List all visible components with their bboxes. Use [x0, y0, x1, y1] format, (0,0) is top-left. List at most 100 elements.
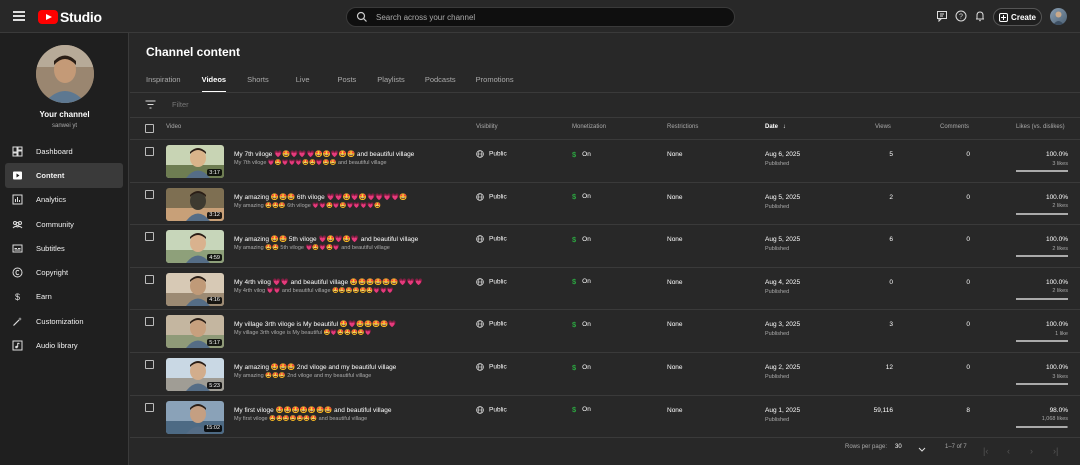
sidebar-item-dashboard[interactable]: Dashboard [5, 139, 123, 163]
visibility-cell[interactable]: Public [476, 150, 507, 158]
views-value: 3 [889, 321, 893, 329]
tab-shorts[interactable]: Shorts [247, 69, 269, 93]
sidebar-item-label: Community [36, 219, 74, 229]
video-thumbnail[interactable]: 15:02 [166, 400, 224, 434]
earn-icon: $ [15, 292, 20, 302]
next-page-icon[interactable]: › [1030, 446, 1033, 456]
video-title[interactable]: My amazing 🤩🤩🤩 6th viloge 💗💗🤩💗🤩💗💗💗💗🤩 [234, 193, 408, 201]
visibility-cell[interactable]: Public [476, 320, 507, 329]
monetization-cell[interactable]: $ On [572, 320, 591, 329]
video-duration: 15:02 [204, 424, 222, 432]
create-button[interactable]: Create [993, 8, 1042, 26]
video-title[interactable]: My village 3rth viloge is My beautiful 🤩… [234, 320, 397, 328]
previous-page-icon[interactable]: ‹ [1007, 446, 1010, 456]
rows-per-page-select[interactable]: 30 [895, 444, 902, 450]
table-row[interactable]: 4:16 My 4rth vilog 💗💗 and beautiful vill… [130, 268, 1080, 311]
filter-input[interactable] [172, 98, 472, 111]
video-description: My amazing 🤩🤩🤩 2nd viloge and my beautif… [234, 373, 372, 379]
visibility-cell[interactable]: Public [476, 277, 507, 286]
row-checkbox[interactable] [145, 274, 154, 284]
visibility-cell[interactable]: Public [476, 235, 507, 243]
visibility-cell[interactable]: Public [476, 192, 507, 201]
row-checkbox[interactable] [145, 232, 154, 242]
first-page-icon[interactable]: |‹ [983, 446, 988, 456]
monetization-cell[interactable]: $ On [572, 277, 591, 286]
table-row[interactable]: 4:59 My amazing 🤩🤩 5th viloge 💗🤩💗🤩💗 and … [130, 225, 1080, 268]
community-icon [12, 220, 23, 228]
search-input[interactable] [376, 12, 716, 22]
column-views[interactable]: Views [875, 124, 891, 130]
column-likes[interactable]: Likes (vs. dislikes) [1016, 124, 1065, 130]
select-all-checkbox[interactable] [145, 124, 154, 133]
table-row[interactable]: 15:02 My first viloge 🤩🤩🤩🤩🤩🤩🤩 and beauti… [130, 396, 1080, 439]
sidebar-item-customization[interactable]: Customization [5, 309, 123, 333]
table-row[interactable]: 3:12 My amazing 🤩🤩🤩 6th viloge 💗💗🤩💗🤩💗💗💗💗… [130, 183, 1080, 226]
column-date[interactable]: Date ↓ [765, 124, 786, 130]
row-checkbox[interactable] [145, 360, 154, 369]
likes-ratio-fill [1016, 383, 1068, 385]
video-title[interactable]: My 4rth vilog 💗💗 and beautiful village 🤩… [234, 278, 423, 286]
studio-logo[interactable]: Studio [38, 9, 102, 25]
video-title[interactable]: My amazing 🤩🤩🤩 2nd viloge and my beautif… [234, 363, 396, 371]
sidebar-item-community[interactable]: Community [5, 212, 123, 236]
sidebar-item-subtitles[interactable]: Subtitles [5, 236, 123, 260]
video-thumbnail[interactable]: 3:17 [166, 145, 224, 178]
video-duration: 4:16 [207, 296, 222, 304]
video-thumbnail[interactable]: 3:12 [166, 187, 224, 221]
tab-playlists[interactable]: Playlists [377, 69, 405, 93]
menu-icon[interactable] [13, 11, 25, 21]
video-thumbnail[interactable]: 5:17 [166, 315, 224, 349]
row-checkbox[interactable] [145, 402, 154, 412]
monetization-cell[interactable]: $ On [572, 363, 591, 372]
likes-percent: 100.0% [1045, 321, 1068, 329]
tab-podcasts[interactable]: Podcasts [425, 69, 456, 93]
filter-icon[interactable] [145, 100, 156, 109]
row-checkbox[interactable] [145, 189, 154, 199]
notifications-icon[interactable] [974, 10, 986, 22]
table-row[interactable]: 5:23 My amazing 🤩🤩🤩 2nd viloge and my be… [130, 353, 1080, 396]
video-thumbnail[interactable]: 4:16 [166, 272, 224, 306]
likes-count: 3 likes [1052, 160, 1068, 167]
visibility-cell[interactable]: Public [476, 363, 507, 371]
column-visibility[interactable]: Visibility [476, 124, 498, 130]
video-title[interactable]: My first viloge 🤩🤩🤩🤩🤩🤩🤩 and beautiful vi… [234, 406, 391, 414]
monetization-cell[interactable]: $ On [572, 192, 591, 201]
video-title[interactable]: My 7th viloge 💗🤩💗💗💗🤩🤩💗🤩🤩 and beautiful v… [234, 150, 414, 158]
visibility-value: Public [489, 363, 507, 371]
tab-promotions[interactable]: Promotions [476, 69, 514, 93]
monetization-cell[interactable]: $ On [572, 405, 591, 414]
monetization-cell[interactable]: $ On [572, 150, 591, 159]
monetization-cell[interactable]: $ On [572, 235, 591, 244]
column-monetization[interactable]: Monetization [572, 124, 606, 130]
last-page-icon[interactable]: ›| [1053, 446, 1058, 456]
publish-status: Published [765, 203, 790, 210]
visibility-cell[interactable]: Public [476, 405, 507, 414]
sidebar-item-content[interactable]: Content [5, 163, 123, 188]
tab-inspiration[interactable]: Inspiration [146, 69, 181, 93]
table-row[interactable]: 5:17 My village 3rth viloge is My beauti… [130, 310, 1080, 353]
row-checkbox[interactable] [145, 317, 154, 327]
tab-posts[interactable]: Posts [338, 69, 357, 93]
sidebar-item-analytics[interactable]: Analytics [5, 188, 123, 212]
video-thumbnail[interactable]: 4:59 [166, 230, 224, 264]
sidebar-item-copyright[interactable]: Copyright [5, 260, 123, 284]
tab-live[interactable]: Live [296, 69, 310, 93]
chevron-down-icon[interactable] [918, 447, 926, 453]
column-restrictions[interactable]: Restrictions [667, 124, 698, 130]
account-avatar[interactable] [1050, 8, 1067, 25]
tab-videos[interactable]: Videos [201, 69, 227, 93]
table-row[interactable]: 3:17 My 7th viloge 💗🤩💗💗💗🤩🤩💗🤩🤩 and beauti… [130, 140, 1080, 183]
row-checkbox[interactable] [145, 147, 154, 156]
channel-avatar[interactable] [36, 45, 94, 103]
column-comments[interactable]: Comments [940, 124, 969, 130]
restrictions-value: None [667, 321, 683, 329]
sidebar-item-earn[interactable]: $ Earn [5, 285, 123, 309]
help-icon[interactable]: ? [955, 10, 967, 22]
comments-value: 0 [966, 193, 970, 201]
likes-count: 3 likes [1052, 373, 1068, 380]
sidebar-item-audio-library[interactable]: Audio library [5, 333, 123, 357]
feedback-icon[interactable] [936, 10, 948, 22]
search-bar[interactable] [346, 7, 735, 27]
video-title[interactable]: My amazing 🤩🤩 5th viloge 💗🤩💗🤩💗 and beaut… [234, 235, 418, 243]
video-thumbnail[interactable]: 5:23 [166, 358, 224, 391]
